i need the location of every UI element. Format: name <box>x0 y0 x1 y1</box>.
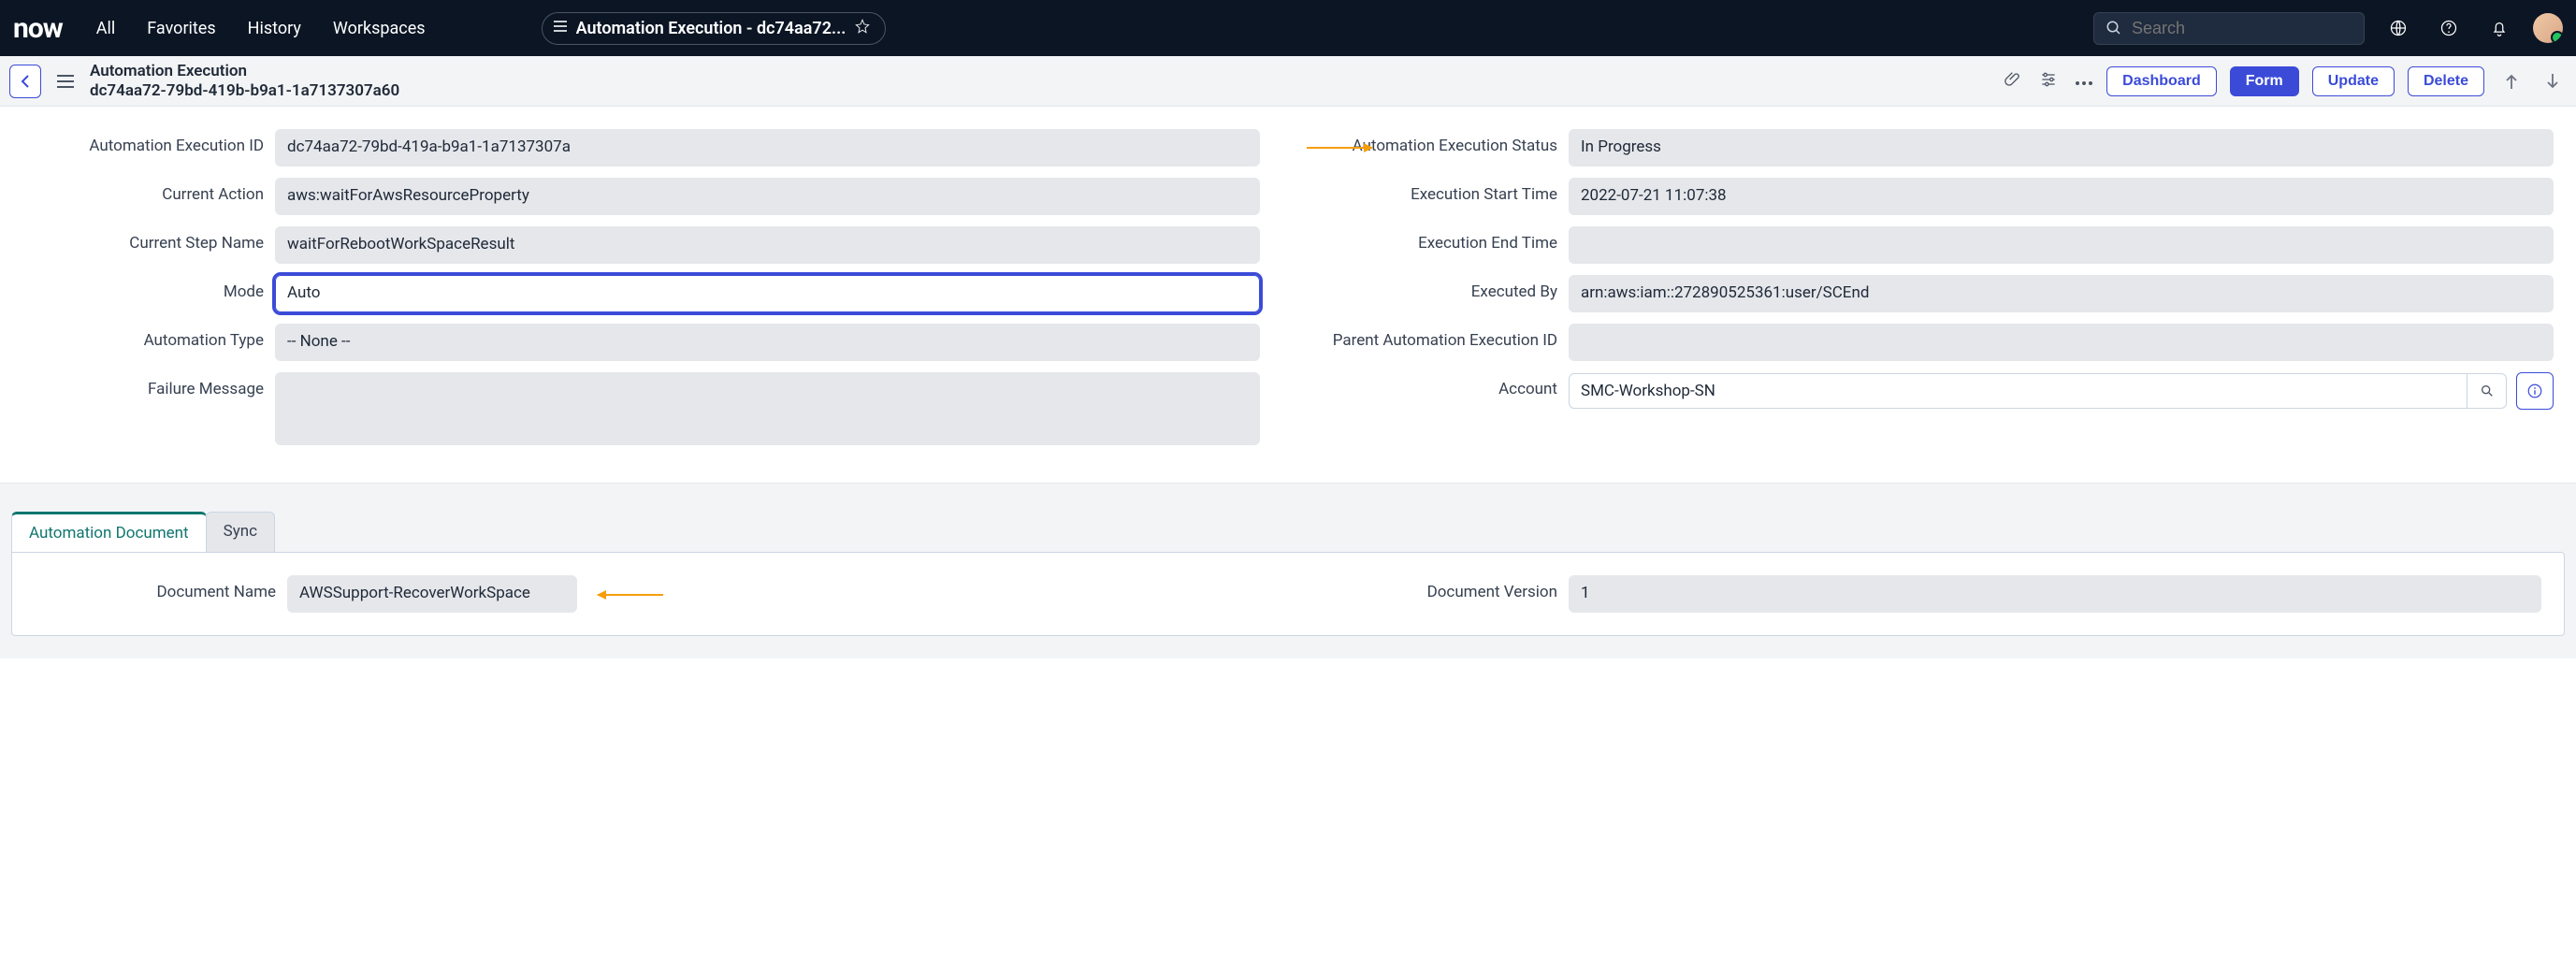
global-search[interactable] <box>2093 12 2365 45</box>
nav-workspaces[interactable]: Workspaces <box>326 13 433 44</box>
top-nav: now All Favorites History Workspaces Aut… <box>0 0 2576 56</box>
label-start-time: Execution Start Time <box>1316 178 1557 204</box>
globe-icon[interactable] <box>2381 11 2415 45</box>
tab-bar: Automation Document Sync <box>11 512 2565 552</box>
label-mode: Mode <box>22 275 264 301</box>
field-document-version[interactable]: 1 <box>1569 575 2541 613</box>
label-end-time: Execution End Time <box>1316 226 1557 253</box>
bell-icon[interactable] <box>2482 11 2516 45</box>
star-icon[interactable] <box>855 19 870 37</box>
global-search-input[interactable] <box>2132 19 2352 38</box>
record-header: Automation Execution dc74aa72-79bd-419b-… <box>0 56 2576 107</box>
dashboard-button[interactable]: Dashboard <box>2106 66 2217 96</box>
list-icon <box>554 21 567 36</box>
prev-record-icon[interactable] <box>2497 65 2525 98</box>
info-icon[interactable] <box>2516 372 2554 410</box>
update-button[interactable]: Update <box>2312 66 2395 96</box>
annotation-arrow-icon <box>598 594 663 596</box>
logo: now <box>13 12 63 45</box>
label-automation-execution-id: Automation Execution ID <box>22 129 264 155</box>
form-left-column: Automation Execution ID dc74aa72-79bd-41… <box>22 129 1260 445</box>
field-mode[interactable]: Auto <box>275 275 1260 312</box>
label-automation-type: Automation Type <box>22 324 264 350</box>
field-automation-type[interactable]: -- None -- <box>275 324 1260 361</box>
field-account-value: SMC-Workshop-SN <box>1570 374 2467 408</box>
label-current-action: Current Action <box>22 178 264 204</box>
next-record-icon[interactable] <box>2539 65 2567 98</box>
label-parent-id: Parent Automation Execution ID <box>1316 324 1557 350</box>
header-icons <box>2004 70 2093 93</box>
field-status[interactable]: In Progress <box>1569 129 2554 166</box>
label-executed-by: Executed By <box>1316 275 1557 301</box>
label-failure-message: Failure Message <box>22 372 264 398</box>
field-automation-execution-id[interactable]: dc74aa72-79bd-419a-b9a1-1a7137307a <box>275 129 1260 166</box>
delete-button[interactable]: Delete <box>2408 66 2484 96</box>
context-pill[interactable]: Automation Execution - dc74aa72... <box>542 12 887 45</box>
field-current-step-name[interactable]: waitForRebootWorkSpaceResult <box>275 226 1260 264</box>
attachment-icon[interactable] <box>2004 70 2022 93</box>
help-icon[interactable] <box>2432 11 2466 45</box>
related-tabs-section: Automation Document Sync Document Name A… <box>0 483 2576 658</box>
annotation-arrow-icon <box>1307 147 1372 149</box>
form-right-column: Automation Execution Status In Progress … <box>1316 129 2554 445</box>
lookup-icon[interactable] <box>2467 374 2506 408</box>
avatar[interactable] <box>2533 13 2563 43</box>
label-current-step-name: Current Step Name <box>22 226 264 253</box>
back-button[interactable] <box>9 65 41 98</box>
record-title: Automation Execution <box>90 62 399 80</box>
form-button[interactable]: Form <box>2230 66 2299 96</box>
label-account: Account <box>1316 372 1557 398</box>
field-end-time[interactable] <box>1569 226 2554 264</box>
field-account[interactable]: SMC-Workshop-SN <box>1569 373 2507 409</box>
search-icon <box>2106 20 2122 36</box>
nav-favorites[interactable]: Favorites <box>139 13 223 44</box>
tab-sync[interactable]: Sync <box>206 512 275 552</box>
field-failure-message[interactable] <box>275 372 1260 445</box>
nav-history[interactable]: History <box>240 13 309 44</box>
menu-icon[interactable] <box>54 70 77 93</box>
more-icon[interactable] <box>2075 72 2093 90</box>
record-subtitle: dc74aa72-79bd-419b-b9a1-1a7137307a60 <box>90 81 399 100</box>
label-status: Automation Execution Status <box>1316 129 1557 155</box>
field-current-action[interactable]: aws:waitForAwsResourceProperty <box>275 178 1260 215</box>
field-start-time[interactable]: 2022-07-21 11:07:38 <box>1569 178 2554 215</box>
nav-all[interactable]: All <box>89 13 123 44</box>
tab-automation-document[interactable]: Automation Document <box>11 512 207 552</box>
sliders-icon[interactable] <box>2039 70 2058 93</box>
context-pill-title: Automation Execution - dc74aa72... <box>576 19 847 38</box>
label-document-name: Document Name <box>35 575 276 601</box>
label-document-version: Document Version <box>1316 575 1557 601</box>
field-parent-id[interactable] <box>1569 324 2554 361</box>
tab-panel-automation-document: Document Name AWSSupport-RecoverWorkSpac… <box>11 552 2565 636</box>
field-executed-by[interactable]: arn:aws:iam::272890525361:user/SCEnd <box>1569 275 2554 312</box>
record-title-block: Automation Execution dc74aa72-79bd-419b-… <box>90 62 399 100</box>
form-body: Automation Execution ID dc74aa72-79bd-41… <box>0 107 2576 483</box>
field-document-name[interactable]: AWSSupport-RecoverWorkSpace <box>287 575 577 613</box>
